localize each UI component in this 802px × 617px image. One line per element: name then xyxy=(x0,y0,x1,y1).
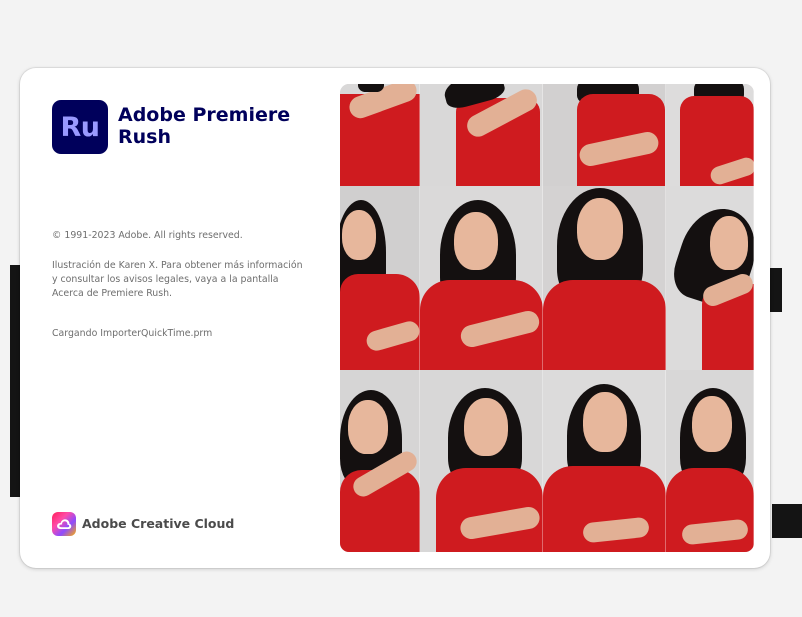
collage-tile xyxy=(666,84,754,186)
app-icon-text: Ru xyxy=(60,111,100,143)
copyright-text: © 1991-2023 Adobe. All rights reserved. xyxy=(52,230,243,241)
creative-cloud-label: Adobe Creative Cloud xyxy=(82,516,235,531)
collage-face xyxy=(348,400,388,454)
app-name: Adobe Premiere Rush xyxy=(118,104,291,148)
collage-face xyxy=(710,216,748,270)
collage-tile xyxy=(666,370,754,552)
background-window-edge xyxy=(772,504,802,538)
collage-tile xyxy=(420,370,543,552)
collage-face xyxy=(577,198,623,260)
collage-tile xyxy=(666,186,754,370)
collage-face xyxy=(464,398,508,456)
collage-tile xyxy=(543,186,666,370)
collage-face xyxy=(692,396,732,452)
collage-face xyxy=(454,212,498,270)
collage-face xyxy=(583,392,627,452)
collage-hair xyxy=(358,84,384,92)
background-window-edge xyxy=(770,268,782,312)
creative-cloud-icon xyxy=(52,512,76,536)
collage-tile xyxy=(543,84,666,186)
collage-tile xyxy=(340,370,420,552)
collage-tile xyxy=(340,186,420,370)
collage-face xyxy=(342,210,376,260)
collage-tile xyxy=(340,84,420,186)
photo-collage xyxy=(340,84,754,552)
splash-screen: Ru Adobe Premiere Rush © 1991-2023 Adobe… xyxy=(20,68,770,568)
illustration-credit: Ilustración de Karen X. Para obtener más… xyxy=(52,260,303,299)
collage-tile xyxy=(420,84,543,186)
collage-tile xyxy=(543,370,666,552)
loading-status: Cargando ImporterQuickTime.prm xyxy=(52,328,213,339)
collage-tile xyxy=(420,186,543,370)
premiere-rush-app-icon: Ru xyxy=(52,100,108,154)
collage-shirt xyxy=(543,280,666,370)
